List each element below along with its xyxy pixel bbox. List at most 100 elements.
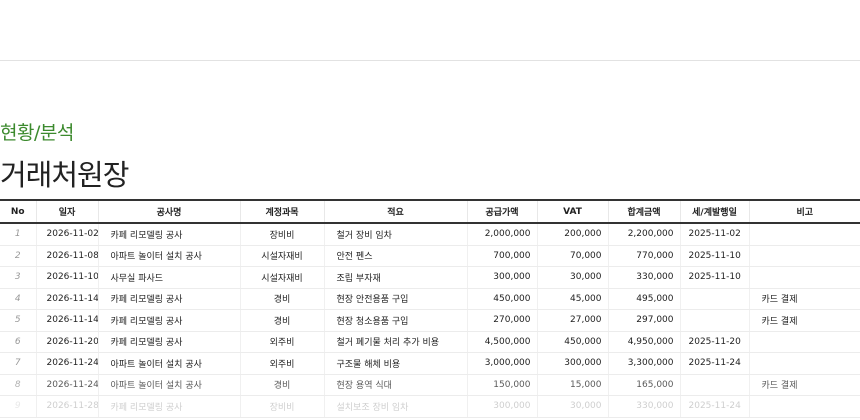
row-invoice-date <box>680 288 750 310</box>
row-account: 경비 <box>240 374 325 396</box>
table-row[interactable]: 5 2026-11-14 카페 리모델링 공사 경비 현장 청소용품 구입 270,000… <box>0 309 860 332</box>
row-description: 설치보조 장비 임차 <box>324 395 468 418</box>
row-supply-amount: 150,000 <box>467 374 538 396</box>
row-date: 2026-11-10 <box>36 266 99 289</box>
row-description: 현장 안전용품 구입 <box>324 288 468 310</box>
column-header-no[interactable]: No <box>0 199 37 224</box>
row-total: 495,000 <box>608 288 681 310</box>
row-account: 장비비 <box>240 395 325 418</box>
row-description: 구조물 해체 비용 <box>324 352 468 375</box>
row-supply-amount: 300,000 <box>467 395 538 418</box>
row-vat: 45,000 <box>537 288 609 310</box>
table-row[interactable]: 9 2026-11-28 카페 리모델링 공사 장비비 설치보조 장비 임차 300,00… <box>0 395 860 418</box>
row-account: 외주비 <box>240 352 325 375</box>
row-note <box>749 331 860 353</box>
row-date: 2026-11-24 <box>36 352 99 375</box>
table-row[interactable]: 3 2026-11-10 사무실 파사드 시설자재비 조립 부자재 300,000 30,0… <box>0 266 860 289</box>
column-header-supply-amount[interactable]: 공급가액 <box>467 199 538 224</box>
table-body: 1 2026-11-02 카페 리모델링 공사 장비비 철거 장비 임차 2,000,00… <box>0 223 860 418</box>
row-number: 8 <box>0 374 37 396</box>
row-note: 카드 결제 <box>749 309 860 332</box>
row-total: 4,950,000 <box>608 331 681 353</box>
row-date: 2026-11-14 <box>36 288 99 310</box>
row-description: 조립 부자재 <box>324 266 468 289</box>
row-date: 2026-11-20 <box>36 331 99 353</box>
table-header-row: No 일자 공사명 계정과목 적요 공급가액 VAT 합계금액 세/계발행일 비… <box>0 199 860 224</box>
row-project: 사무실 파사드 <box>98 266 241 289</box>
row-number: 9 <box>0 395 37 418</box>
row-number: 5 <box>0 309 37 332</box>
row-note <box>749 395 860 418</box>
table-row[interactable]: 7 2026-11-24 아파트 놀이터 설치 공사 외주비 구조물 해체 비용 3,00… <box>0 352 860 375</box>
row-account: 시설자재비 <box>240 245 325 267</box>
row-note <box>749 352 860 375</box>
row-supply-amount: 300,000 <box>467 266 538 289</box>
row-note: 카드 결제 <box>749 374 860 396</box>
row-total: 770,000 <box>608 245 681 267</box>
column-header-description[interactable]: 적요 <box>324 199 468 224</box>
row-account: 외주비 <box>240 331 325 353</box>
column-header-vat[interactable]: VAT <box>537 199 609 224</box>
column-header-invoice-date[interactable]: 세/계발행일 <box>680 199 750 224</box>
row-account: 경비 <box>240 309 325 332</box>
table-row[interactable]: 6 2026-11-20 카페 리모델링 공사 외주비 철거 폐기물 처리 추가 비용 4… <box>0 331 860 353</box>
row-account: 시설자재비 <box>240 266 325 289</box>
table-row[interactable]: 8 2026-11-24 아파트 놀이터 설치 공사 경비 현장 용역 식대 150,00… <box>0 374 860 396</box>
row-vat: 30,000 <box>537 266 609 289</box>
row-number: 3 <box>0 266 37 289</box>
row-vat: 15,000 <box>537 374 609 396</box>
row-supply-amount: 700,000 <box>467 245 538 267</box>
table-row[interactable]: 2 2026-11-08 아파트 놀이터 설치 공사 시설자재비 안전 펜스 700,00… <box>0 245 860 267</box>
top-bar <box>0 0 860 61</box>
row-invoice-date: 2025-11-10 <box>680 266 750 289</box>
row-description: 철거 장비 임차 <box>324 223 468 246</box>
row-number: 7 <box>0 352 37 375</box>
row-description: 현장 청소용품 구입 <box>324 309 468 332</box>
table-row[interactable]: 4 2026-11-14 카페 리모델링 공사 경비 현장 안전용품 구입 450,000… <box>0 288 860 310</box>
row-invoice-date <box>680 374 750 396</box>
row-total: 330,000 <box>608 266 681 289</box>
row-supply-amount: 450,000 <box>467 288 538 310</box>
row-invoice-date: 2025-11-10 <box>680 245 750 267</box>
row-invoice-date: 2025-11-02 <box>680 223 750 246</box>
row-date: 2026-11-08 <box>36 245 99 267</box>
row-vat: 30,000 <box>537 395 609 418</box>
row-note <box>749 266 860 289</box>
row-project: 아파트 놀이터 설치 공사 <box>98 245 241 267</box>
column-header-date[interactable]: 일자 <box>36 199 99 224</box>
column-header-note[interactable]: 비고 <box>749 199 860 224</box>
row-vat: 300,000 <box>537 352 609 375</box>
row-date: 2026-11-28 <box>36 395 99 418</box>
row-supply-amount: 270,000 <box>467 309 538 332</box>
row-project: 아파트 놀이터 설치 공사 <box>98 352 241 375</box>
ledger-table: No 일자 공사명 계정과목 적요 공급가액 VAT 합계금액 세/계발행일 비… <box>0 199 860 418</box>
column-header-project[interactable]: 공사명 <box>98 199 241 224</box>
row-project: 카페 리모델링 공사 <box>98 331 241 353</box>
row-vat: 200,000 <box>537 223 609 246</box>
row-invoice-date: 2025-11-20 <box>680 331 750 353</box>
row-total: 3,300,000 <box>608 352 681 375</box>
row-project: 아파트 놀이터 설치 공사 <box>98 374 241 396</box>
table-row[interactable]: 1 2026-11-02 카페 리모델링 공사 장비비 철거 장비 임차 2,000,00… <box>0 223 860 246</box>
row-invoice-date <box>680 309 750 332</box>
row-total: 2,200,000 <box>608 223 681 246</box>
row-description: 안전 펜스 <box>324 245 468 267</box>
row-supply-amount: 4,500,000 <box>467 331 538 353</box>
row-number: 4 <box>0 288 37 310</box>
row-total: 297,000 <box>608 309 681 332</box>
column-header-account[interactable]: 계정과목 <box>240 199 325 224</box>
row-vat: 27,000 <box>537 309 609 332</box>
row-date: 2026-11-24 <box>36 374 99 396</box>
column-header-total[interactable]: 합계금액 <box>608 199 681 224</box>
row-invoice-date: 2025-11-24 <box>680 352 750 375</box>
row-project: 카페 리모델링 공사 <box>98 309 241 332</box>
row-description: 철거 폐기물 처리 추가 비용 <box>324 331 468 353</box>
row-project: 카페 리모델링 공사 <box>98 223 241 246</box>
row-note <box>749 223 860 246</box>
row-project: 카페 리모델링 공사 <box>98 288 241 310</box>
section-label: 현황/분석 <box>0 122 74 144</box>
row-date: 2026-11-02 <box>36 223 99 246</box>
row-note <box>749 245 860 267</box>
page-title: 거래처원장 <box>0 158 129 192</box>
row-project: 카페 리모델링 공사 <box>98 395 241 418</box>
